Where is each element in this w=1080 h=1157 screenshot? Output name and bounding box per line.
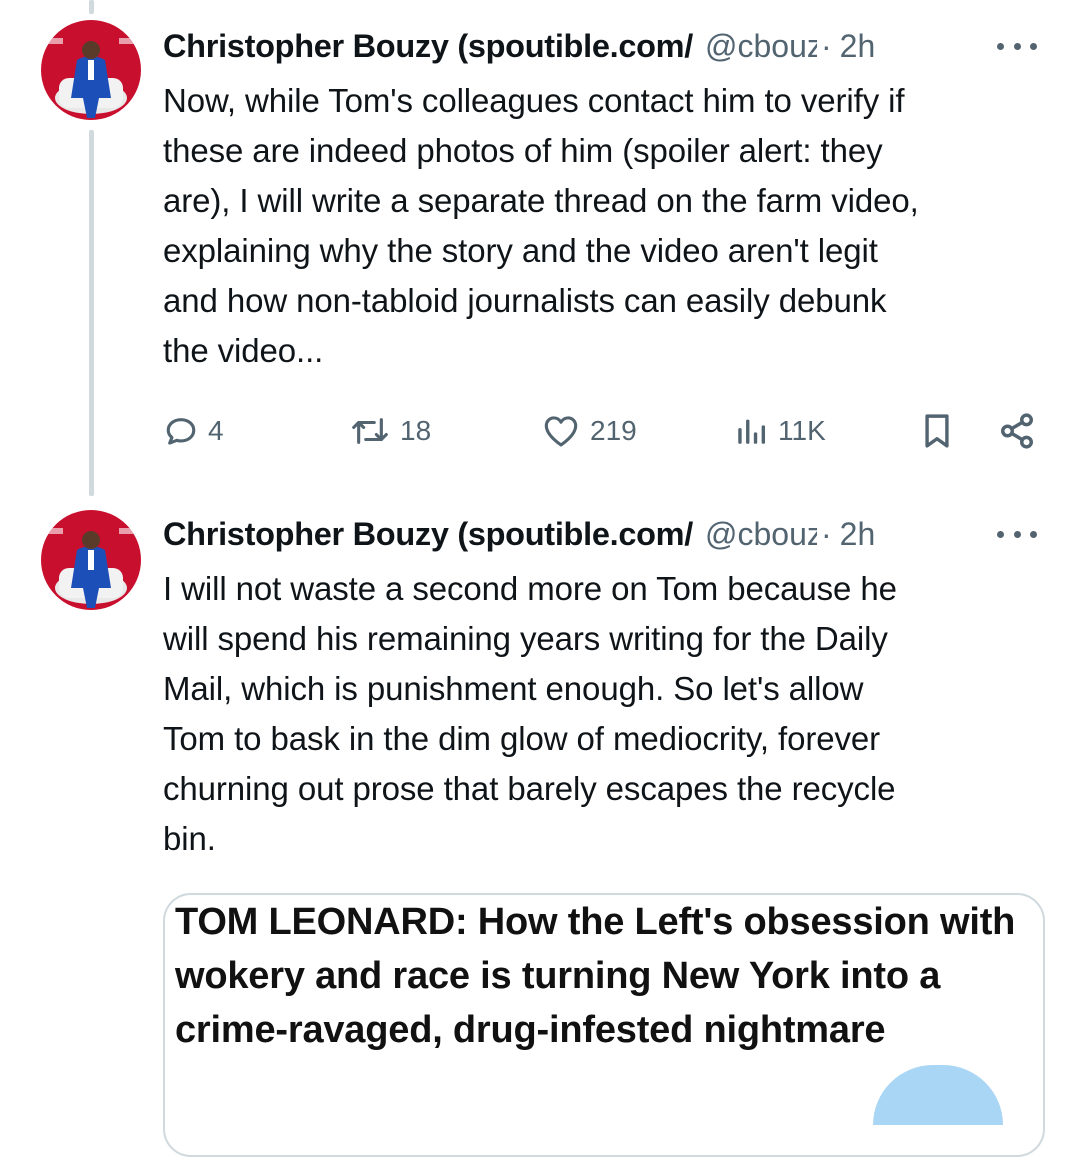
repost-button[interactable]: 18	[350, 403, 431, 459]
like-count: 219	[590, 415, 637, 446]
tweet-actions: 4 18 219 11K	[160, 403, 1040, 459]
tweet-text: I will not waste a second more on Tom be…	[163, 570, 897, 857]
author-handle[interactable]: @cbouzy	[705, 516, 817, 553]
bookmark-button[interactable]	[920, 403, 954, 459]
views-icon	[738, 419, 766, 444]
card-image-fragment	[873, 1065, 1003, 1125]
repost-icon	[352, 418, 388, 444]
author-handle[interactable]: @cbouzy	[705, 28, 817, 65]
reply-button[interactable]: 4	[164, 403, 224, 459]
tweet-text: Now, while Tom's colleagues contact him …	[163, 82, 919, 369]
link-card[interactable]: TOM LEONARD: How the Left's obsession wi…	[163, 893, 1045, 1157]
tweet-time[interactable]: 2h	[840, 516, 876, 553]
author-name[interactable]: Christopher Bouzy (spoutible.com/	[163, 28, 693, 65]
author-avatar[interactable]	[41, 20, 141, 120]
more-icon[interactable]	[997, 34, 1037, 58]
views-button[interactable]: 11K	[734, 403, 826, 459]
share-icon	[1001, 413, 1033, 449]
separator: ·	[821, 27, 832, 64]
share-button[interactable]	[998, 403, 1036, 459]
like-button[interactable]: 219	[542, 403, 637, 459]
views-count: 11K	[778, 415, 826, 446]
heart-icon	[544, 416, 578, 447]
author-name[interactable]: Christopher Bouzy (spoutible.com/	[163, 516, 693, 553]
tweet-1[interactable]: Christopher Bouzy (spoutible.com/ @cbouz…	[0, 0, 1080, 496]
separator: ·	[821, 515, 832, 552]
more-icon[interactable]	[997, 522, 1037, 546]
link-card-headline: TOM LEONARD: How the Left's obsession wi…	[175, 901, 1016, 1051]
bookmark-icon	[925, 414, 949, 448]
author-avatar[interactable]	[41, 510, 141, 610]
tweet-time[interactable]: 2h	[840, 28, 876, 65]
reply-count: 4	[208, 415, 224, 446]
reply-icon	[166, 418, 196, 445]
repost-count: 18	[400, 415, 432, 446]
